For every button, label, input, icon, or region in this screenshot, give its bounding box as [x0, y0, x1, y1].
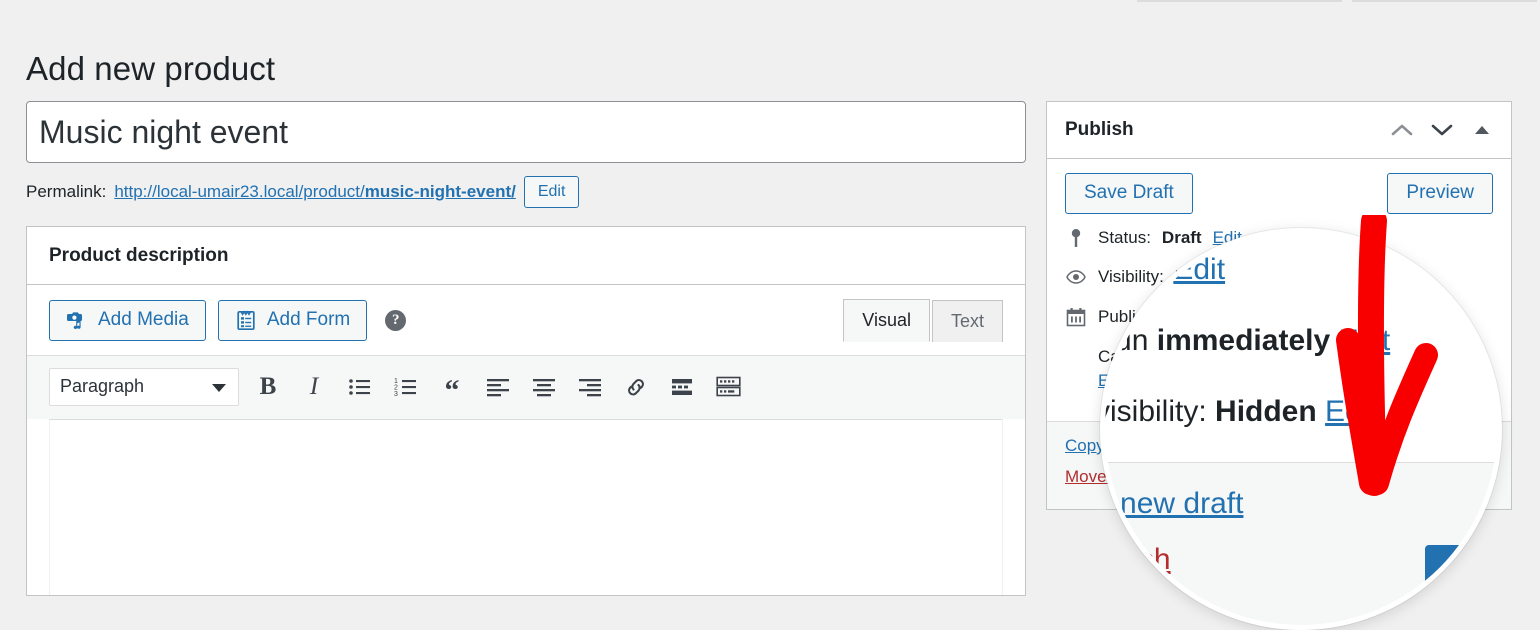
bulleted-list-icon[interactable] — [343, 370, 377, 404]
move-up-icon[interactable] — [1391, 119, 1413, 141]
align-left-icon[interactable] — [481, 370, 515, 404]
tab-visual[interactable]: Visual — [843, 299, 930, 342]
editor-toolbar: Paragraph B I 1 2 3 “ — [27, 354, 1025, 419]
magnified-catalog-row: visibility: Hidden Edit — [1100, 389, 1497, 452]
magnified-copy-draft-link[interactable]: a new draft — [1105, 487, 1497, 521]
magnified-edit-publish-time-link[interactable]: Edit — [1339, 324, 1391, 357]
permalink-base: http://local-umair23.local/product/ — [114, 182, 365, 201]
magnified-visibility-value: ublic — [1100, 253, 1166, 286]
product-title-input[interactable] — [26, 101, 1026, 163]
preview-button[interactable]: Preview — [1387, 173, 1493, 214]
catalog-icon — [1065, 346, 1087, 368]
chevron-down-icon — [212, 383, 226, 392]
blockquote-icon[interactable]: “ — [435, 366, 469, 408]
panel-header: Product description — [27, 227, 1025, 285]
magnified-publish-time-label: Pun — [1100, 324, 1149, 357]
magnified-publish-time-row: Pun immediately Edit — [1100, 318, 1497, 389]
add-form-button[interactable]: Add Form — [217, 300, 368, 341]
magnified-catalog-value: Hidden — [1215, 395, 1317, 428]
panel-handle-group — [1391, 119, 1493, 141]
insert-link-icon[interactable] — [619, 370, 653, 404]
eye-icon — [1065, 266, 1087, 288]
read-more-icon[interactable] — [665, 370, 699, 404]
form-clipboard-icon — [235, 309, 257, 331]
publish-panel-title: Publish — [1065, 119, 1134, 140]
publish-panel-header: Publish — [1047, 102, 1511, 159]
camera-music-icon — [66, 309, 88, 331]
pin-icon — [1065, 227, 1087, 249]
add-form-label: Add Form — [266, 309, 351, 330]
calendar-icon — [1065, 306, 1087, 328]
save-draft-button[interactable]: Save Draft — [1065, 173, 1193, 214]
magnified-rows: ublic Edit Pun immediately Edit visibili… — [1100, 233, 1497, 462]
editor-content-area[interactable] — [49, 418, 1003, 595]
editor-mode-tabs: Visual Text — [843, 299, 1003, 342]
numbered-list-icon[interactable]: 1 2 3 — [389, 370, 423, 404]
add-media-label: Add Media — [98, 309, 189, 330]
panel-title: Product description — [49, 244, 229, 266]
align-center-icon[interactable] — [527, 370, 561, 404]
magnified-publish-time-value: immediately — [1156, 324, 1331, 357]
tab-text[interactable]: Text — [931, 300, 1003, 342]
magnified-publish-button[interactable]: Publish — [1425, 545, 1497, 618]
top-cutoff-strip — [1137, 0, 1537, 2]
paragraph-format-select[interactable]: Paragraph — [49, 367, 239, 406]
page-title: Add new product — [26, 50, 276, 88]
magnifier-content: ublic Edit Pun immediately Edit visibili… — [1105, 233, 1497, 625]
permalink-label: Permalink: — [26, 182, 107, 201]
italic-icon[interactable]: I — [297, 370, 331, 404]
magnified-catalog-label: visibility: — [1100, 395, 1207, 428]
toggle-panel-icon[interactable] — [1471, 119, 1493, 141]
format-select-value: Paragraph — [60, 376, 145, 397]
help-icon[interactable]: ? — [385, 309, 407, 331]
align-right-icon[interactable] — [573, 370, 607, 404]
move-down-icon[interactable] — [1431, 119, 1453, 141]
magnified-visibility-row: ublic Edit — [1100, 247, 1497, 318]
toolbar-toggle-icon[interactable] — [711, 370, 745, 404]
add-media-button[interactable]: Add Media — [49, 300, 206, 341]
magnifier-lens: ublic Edit Pun immediately Edit visibili… — [1100, 228, 1502, 630]
svg-text:3: 3 — [394, 391, 398, 397]
bold-icon[interactable]: B — [251, 370, 285, 404]
edit-permalink-button[interactable]: Edit — [523, 175, 580, 209]
editor-column: Permalink: http://local-umair23.local/pr… — [26, 101, 1026, 596]
magnified-edit-visibility-link[interactable]: Edit — [1173, 253, 1225, 286]
permalink-row: Permalink: http://local-umair23.local/pr… — [26, 175, 1026, 209]
permalink-slug: music-night-event/ — [364, 182, 516, 201]
magnified-edit-catalog-link[interactable]: Edit — [1325, 395, 1377, 428]
permalink-url[interactable]: http://local-umair23.local/product/music… — [114, 182, 516, 202]
product-description-panel: Product description Add Media Add Form ?… — [26, 226, 1026, 596]
publish-actions-row: Save Draft Preview — [1065, 173, 1493, 214]
editor-media-bar: Add Media Add Form ? Visual Text — [27, 285, 1025, 342]
editor-wrap: Add Media Add Form ? Visual Text Paragra… — [27, 285, 1025, 595]
